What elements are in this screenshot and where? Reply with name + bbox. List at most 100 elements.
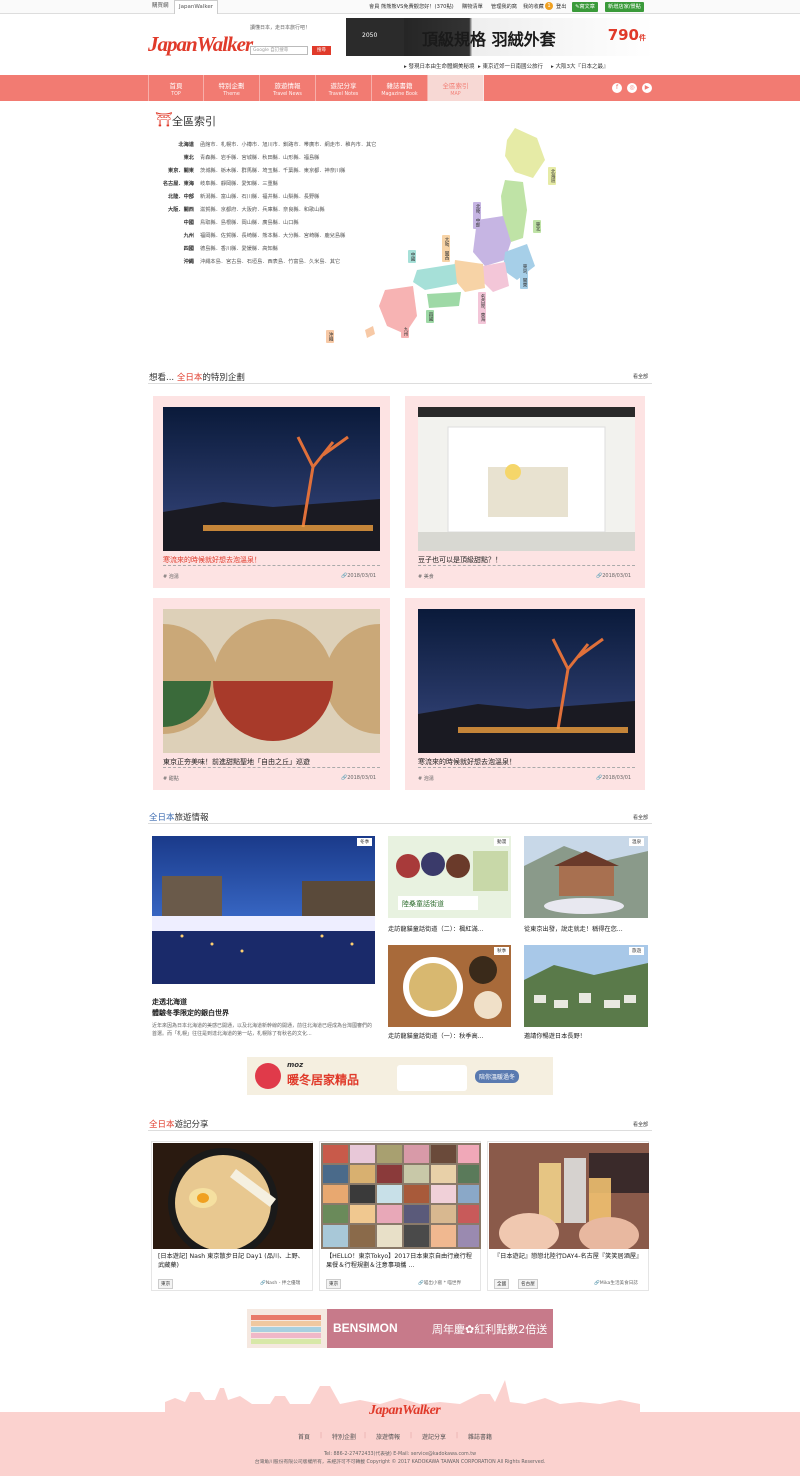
special-card[interactable]: 東京正夯美味！前進甜點聖地「自由之丘」巡遊 # 甜點 🔗2018/03/01 xyxy=(153,598,390,790)
note-card-tag[interactable]: 名古屋 xyxy=(518,1279,538,1289)
moz-ad-text: 暖冬居家精品 xyxy=(287,1073,360,1087)
ad-headline: 頂級規格 羽絨外套 xyxy=(422,30,556,49)
special-card-tag[interactable]: # 泡湯 xyxy=(418,775,434,782)
footer-divider: | xyxy=(410,1432,413,1439)
special-card-caption[interactable]: 東京正夯美味！前進甜點聖地「自由之丘」巡遊 xyxy=(163,757,380,768)
map-label-hokkaido[interactable]: 北海道 xyxy=(548,167,556,185)
nav-magazine[interactable]: 雜誌書籍 Magazine Book xyxy=(372,75,428,101)
special-card-caption[interactable]: 寒流來的時候就好想去泡溫泉！ xyxy=(163,555,380,566)
footer-copyright: 台灣角川股份有限公司版權所有，未經許可不可轉載 Copyright © 2017… xyxy=(254,1460,546,1465)
note-card[interactable]: 『日本遊記』戀戀北陸行DAY4-名古屋『笑笑居酒屋』 全國 名古屋 🔗Mika生… xyxy=(487,1141,649,1291)
special-card[interactable]: 豆子也可以是頂級甜點？！ # 美食 🔗2018/03/01 xyxy=(405,396,645,588)
map-hokkaido[interactable] xyxy=(505,128,545,178)
moz-ad-banner[interactable]: moz 暖冬居家精品 陪你溫暖過冬 xyxy=(247,1057,553,1095)
nav-travel-news[interactable]: 旅遊情報 Travel News xyxy=(260,75,316,101)
note-card[interactable]: 【HELLO！東京Tokyo】2017日本東京自由行歲行程果餐＆行程規劃＆注意事… xyxy=(319,1141,481,1291)
map-label-chugoku[interactable]: 中國 xyxy=(408,250,416,264)
torii-icon: ⛩ xyxy=(155,112,173,128)
youtube-icon[interactable]: ▶ xyxy=(642,83,652,93)
footer-link-travel[interactable]: 旅遊情報 xyxy=(376,1432,400,1441)
map-label-tohoku[interactable]: 東北 xyxy=(533,220,541,234)
search-button[interactable]: 搜尋 xyxy=(312,46,331,55)
footer-logo[interactable]: JapanWalker xyxy=(369,1403,441,1419)
nav-top[interactable]: 首頁 TOP xyxy=(148,75,204,101)
region-row: 北陸．中部 新潟縣．富山縣．石川縣．福井縣．山梨縣．長野縣 xyxy=(168,194,320,200)
news-link-2[interactable]: ▸ 東京近郊一日南國公旅行 xyxy=(478,62,543,70)
ramen-meal-image[interactable] xyxy=(388,945,511,1027)
tab-shop[interactable]: 購買網 xyxy=(148,0,173,14)
map-label-kansai[interactable]: 大阪．關西 xyxy=(442,235,450,262)
travel-main-title2[interactable]: 體驗冬季限定的銀白世界 xyxy=(152,1008,229,1018)
map-label-kanto[interactable]: 東京．關東 xyxy=(520,262,528,289)
japan-map[interactable] xyxy=(365,120,555,348)
nav-theme[interactable]: 特別企劃 Theme xyxy=(204,75,260,101)
note-card-tag[interactable]: 東京 xyxy=(158,1279,174,1289)
add-shop-button[interactable]: 新增店家/景點 xyxy=(605,2,644,12)
map-tokai[interactable] xyxy=(481,262,509,292)
slogan: 讀懂日本，走日本旅行吧！ xyxy=(250,25,311,31)
travel-caption[interactable]: 從東京出發，說走就走！稱得在您... xyxy=(524,924,648,933)
footer-link-notes[interactable]: 遊記分享 xyxy=(422,1432,446,1441)
travel-caption[interactable]: 走訪龍貓童話街道（二）：楓紅滿... xyxy=(388,924,511,933)
travel-caption[interactable]: 走訪龍貓童話街道（一）：秋季高... xyxy=(388,1031,511,1040)
manage-link[interactable]: 管理我的窩 xyxy=(491,3,517,10)
special-see-all[interactable]: 看全部 xyxy=(633,373,648,380)
special-card-date: 🔗2018/03/01 xyxy=(596,775,632,781)
nav-travel-notes[interactable]: 遊記分享 Travel Notes xyxy=(316,75,372,101)
footer-link-magazine[interactable]: 雜誌書籍 xyxy=(468,1432,492,1441)
travel-see-all[interactable]: 看全部 xyxy=(633,814,648,821)
notes-see-all[interactable]: 看全部 xyxy=(633,1121,648,1128)
news-link-3[interactable]: ▸ 大阪3大『日本之最』 xyxy=(551,62,609,70)
special-card-tag[interactable]: # 美食 xyxy=(418,573,434,580)
travel-title: 全日本旅遊情報 xyxy=(149,813,209,823)
note-card-caption[interactable]: 『日本遊記』戀戀北陸行DAY4-名古屋『笑笑居酒屋』 xyxy=(494,1252,644,1261)
shopping-list-link[interactable]: 購物清單 xyxy=(462,3,483,10)
special-card[interactable]: 寒流來的時候就好想去泡溫泉！ # 泡湯 🔗2018/03/01 xyxy=(405,598,645,790)
map-kansai[interactable] xyxy=(453,260,485,292)
header-ad-banner[interactable]: 2050 頂級規格 羽絨外套 790件 xyxy=(346,18,654,56)
logout-link[interactable]: 登出 xyxy=(556,3,566,10)
note-card-caption[interactable]: [日本遊記] Nash 東京散步日記 Day1 (品川、上野、武藏藥) xyxy=(158,1252,308,1270)
notes-title: 全日本遊記分享 xyxy=(149,1120,209,1130)
note-card-caption[interactable]: 【HELLO！東京Tokyo】2017日本東京自由行歲行程果餐＆行程規劃＆注意事… xyxy=(326,1252,476,1270)
nagano-town-image[interactable] xyxy=(524,945,648,1027)
bensimon-ad-banner[interactable]: BENSIMON 周年慶✿紅利點數2倍送 xyxy=(247,1309,553,1348)
news-link-1[interactable]: ▸ 發現日本由生命體網美秘境 xyxy=(404,62,475,70)
facebook-icon[interactable]: f xyxy=(612,83,622,93)
note-card-tag[interactable]: 全國 xyxy=(494,1279,510,1289)
map-okinawa[interactable] xyxy=(365,326,375,338)
nav-map[interactable]: 全區索引 MAP xyxy=(428,75,484,101)
tab-japanwalker[interactable]: JapanWalker xyxy=(174,0,218,14)
favorites-link[interactable]: 我的收藏 xyxy=(523,3,544,10)
footer-link-theme[interactable]: 特別企劃 xyxy=(332,1432,356,1441)
onsen-building-image[interactable] xyxy=(524,836,648,918)
map-kyushu[interactable] xyxy=(379,286,417,334)
special-card-tag[interactable]: # 甜點 xyxy=(163,775,179,782)
special-card[interactable]: 寒流來的時候就好想去泡溫泉！ # 泡湯 🔗2018/03/01 xyxy=(153,396,390,588)
bensimon-ad-text: 周年慶✿紅利點數2倍送 xyxy=(432,1323,548,1336)
map-label-kyushu[interactable]: 九州 xyxy=(401,325,409,339)
write-article-button[interactable]: ✎寫文章 xyxy=(572,2,598,12)
special-card-caption[interactable]: 豆子也可以是頂級甜點？！ xyxy=(418,555,635,566)
map-label-okinawa[interactable]: 沖繩 xyxy=(326,330,334,344)
special-card-caption[interactable]: 寒流來的時候就好想去泡溫泉！ xyxy=(418,757,635,768)
note-card[interactable]: [日本遊記] Nash 東京散步日記 Day1 (品川、上野、武藏藥) 東京 🔗… xyxy=(151,1141,313,1291)
member-greeting[interactable]: 會員 熊熊熊VS免費觀您好！(370點) xyxy=(369,3,454,10)
site-logo[interactable]: JapanWalker xyxy=(148,32,253,57)
special-card-tag[interactable]: # 泡湯 xyxy=(163,573,179,580)
search-input[interactable]: Google 自訂搜尋 xyxy=(250,46,308,55)
map-shikoku[interactable] xyxy=(427,292,461,308)
travel-main-title1[interactable]: 走透北海道 xyxy=(152,997,187,1007)
instagram-icon[interactable]: ◎ xyxy=(627,83,637,93)
travel-caption[interactable]: 邀請你暢遊日本長野！ xyxy=(524,1031,648,1040)
otaru-canal-image[interactable] xyxy=(152,836,375,984)
map-label-tokai[interactable]: 名古屋．東海 xyxy=(478,292,486,324)
region-row: 四國 德島縣．香川縣．愛媛縣．高知縣 xyxy=(183,246,278,252)
map-chugoku[interactable] xyxy=(413,264,457,290)
note-card-tag[interactable]: 東京 xyxy=(326,1279,342,1289)
ad-year: 2050 xyxy=(362,32,378,39)
footer-link-top[interactable]: 首頁 xyxy=(298,1432,310,1441)
map-label-chubu[interactable]: 北陸．中部 xyxy=(473,202,481,229)
map-label-shikoku[interactable]: 四國 xyxy=(426,310,434,324)
anime-street-image[interactable]: 陸桑童話街道 xyxy=(388,836,511,918)
